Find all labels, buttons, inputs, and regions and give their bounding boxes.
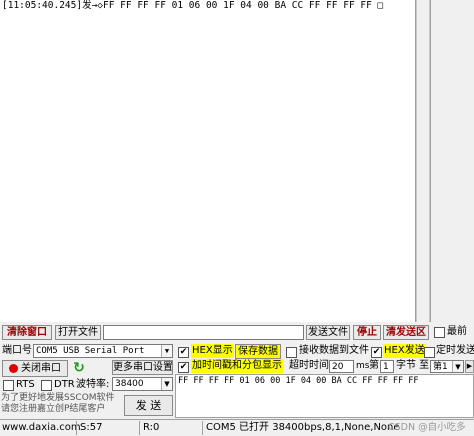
send-data-text: FF FF FF FF 01 06 00 1F 04 00 BA CC FF F… <box>178 376 419 386</box>
more-settings-button[interactable]: 更多串口设置 <box>112 360 173 375</box>
open-file-label: 打开文件 <box>58 327 98 338</box>
end-value: 第1 <box>433 362 448 372</box>
rts-label: RTS <box>16 379 35 390</box>
timestamp-label: 加时间戳和分包显示 <box>191 359 283 373</box>
status-received-count: R:0 <box>143 422 160 433</box>
status-divider <box>202 421 203 435</box>
send-button-label: 发 送 <box>135 399 162 412</box>
end-select[interactable]: 第1 ▼ <box>430 360 464 373</box>
status-divider <box>139 421 140 435</box>
hex-display-label: HEX显示 <box>191 344 234 358</box>
port-label: 端口号 <box>2 345 32 356</box>
timeout-label: 超时时间: <box>289 360 333 371</box>
send-file-button[interactable]: 发送文件 <box>306 325 350 340</box>
more-settings-label: 更多串口设置 <box>113 362 173 373</box>
nth-label: 第 <box>369 360 379 371</box>
rts-checkbox[interactable] <box>3 380 14 391</box>
save-data-button[interactable]: 保存数据 <box>235 344 281 359</box>
send-file-label: 发送文件 <box>308 327 348 338</box>
timestamp-checkbox[interactable]: ✔ <box>178 362 189 373</box>
promo-line-2: 请您注册嘉立创P结尾客户 <box>1 404 106 414</box>
clear-window-label: 清除窗口 <box>7 327 47 338</box>
receive-to-file-label: 接收数据到文件 <box>299 345 369 356</box>
port-value: COM5 USB Serial Port <box>36 346 145 356</box>
stop-label: 停止 <box>357 327 377 338</box>
receive-log-line: [11:05:40.245]发→◇FF FF FF FF 01 06 00 1F… <box>2 0 384 11</box>
watermark: CSDN @自小吃多 <box>388 422 466 433</box>
status-divider <box>76 421 77 435</box>
status-port-info: COM5 已打开 38400bps,8,1,None,None <box>206 422 400 433</box>
receive-scrollbar[interactable] <box>416 0 430 322</box>
send-button[interactable]: 发 送 <box>124 395 173 416</box>
hex-display-checkbox[interactable]: ✔ <box>178 347 189 358</box>
nth-input[interactable]: 1 <box>380 360 394 373</box>
chevron-down-icon: ▼ <box>161 378 172 390</box>
timed-send-checkbox[interactable] <box>424 347 435 358</box>
close-port-button[interactable]: 关闭串口 <box>2 360 68 377</box>
hex-send-label: HEX发送 <box>383 344 426 358</box>
dtr-checkbox[interactable] <box>41 380 52 391</box>
right-panel <box>430 0 474 322</box>
chevron-down-icon: ▼ <box>161 345 172 357</box>
stop-button[interactable]: 停止 <box>353 325 381 340</box>
ms-label: ms <box>356 361 370 371</box>
send-area[interactable]: FF FF FF FF 01 06 00 1F 04 00 BA CC FF F… <box>175 374 474 418</box>
hex-send-checkbox[interactable]: ✔ <box>371 347 382 358</box>
timed-send-label: 定时发送 <box>436 345 474 356</box>
clear-send-area-label: 清发送区 <box>386 327 426 338</box>
status-website[interactable]: www.daxia.com <box>2 421 81 435</box>
baud-select[interactable]: 38400 ▼ <box>112 377 173 391</box>
chevron-down-icon: ▼ <box>452 361 463 372</box>
save-data-label: 保存数据 <box>238 346 278 357</box>
clear-send-area-button[interactable]: 清发送区 <box>383 325 429 340</box>
file-path-input[interactable] <box>103 325 304 340</box>
baud-label: 波特率: <box>76 379 110 390</box>
receive-to-file-checkbox[interactable] <box>286 347 297 358</box>
close-port-label: 关闭串口 <box>21 363 61 374</box>
byte-to-label: 字节 至 <box>396 360 430 371</box>
status-sent-count: S:57 <box>80 422 103 433</box>
timeout-input[interactable]: 20 <box>329 360 354 373</box>
receive-area[interactable]: [11:05:40.245]发→◇FF FF FF FF 01 06 00 1F… <box>0 0 416 322</box>
baud-value: 38400 <box>115 379 144 389</box>
status-bar: www.daxia.com S:57 R:0 COM5 已打开 38400bps… <box>0 419 474 436</box>
last-label: 最前 <box>447 326 467 337</box>
refresh-icon[interactable]: ↻ <box>71 360 87 376</box>
last-checkbox[interactable] <box>434 327 445 338</box>
promo-line-1: 为了更好地发展SSCOM软件 <box>1 393 115 403</box>
right-scroll-arrow[interactable]: ▶ <box>465 360 474 373</box>
port-status-dot-icon <box>9 363 18 373</box>
port-select[interactable]: COM5 USB Serial Port ▼ <box>33 344 173 358</box>
clear-window-button[interactable]: 清除窗口 <box>2 325 52 340</box>
open-file-button[interactable]: 打开文件 <box>55 325 101 340</box>
dtr-label: DTR <box>54 379 75 390</box>
